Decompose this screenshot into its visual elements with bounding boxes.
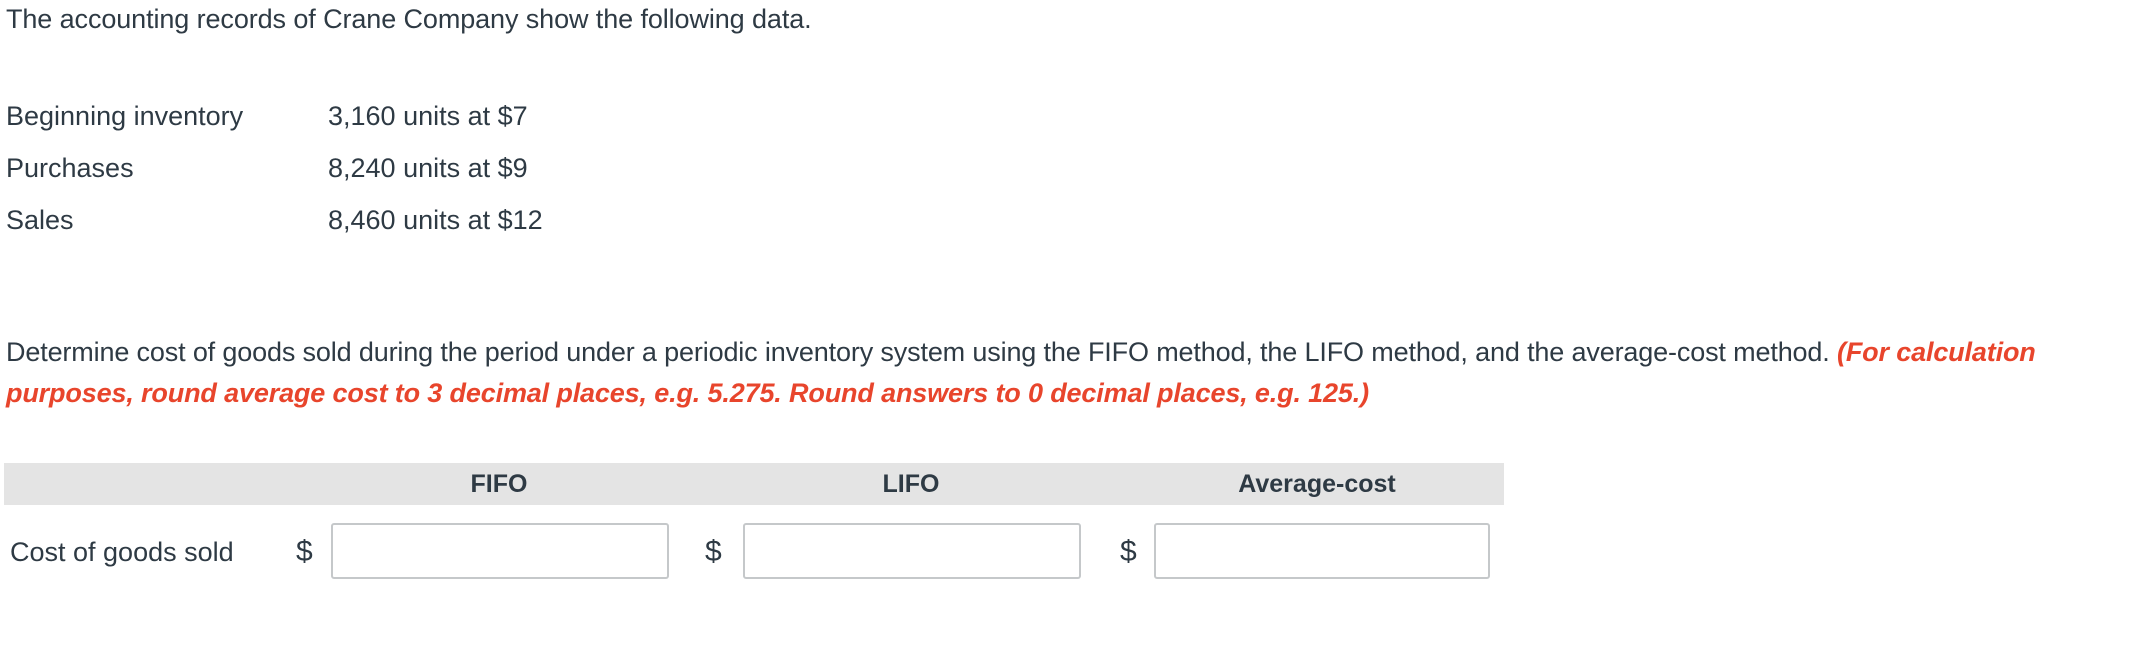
fact-label: Beginning inventory [6, 101, 244, 131]
table-row: Beginning inventory 3,160 units at $7 [6, 90, 648, 142]
fact-value: 8,240 units at $9 [328, 153, 528, 183]
instruction-paragraph: Determine cost of goods sold during the … [6, 332, 2076, 414]
table-row: Sales 8,460 units at $12 [6, 194, 648, 246]
instruction-main: Determine cost of goods sold during the … [6, 337, 1837, 367]
cost-of-goods-sold-row: Cost of goods sold $ $ $ [4, 505, 1504, 602]
question-page: The accounting records of Crane Company … [0, 0, 2130, 656]
fact-label: Sales [6, 205, 74, 235]
fact-value: 3,160 units at $7 [328, 101, 528, 131]
cost-of-goods-sold-lifo-input[interactable] [743, 523, 1081, 579]
column-header-lifo: LIFO [882, 470, 940, 498]
cost-of-goods-sold-fifo-input[interactable] [331, 523, 669, 579]
answer-table: FIFO LIFO Average-cost Cost of goods sol… [4, 463, 1504, 602]
column-header-average-cost: Average-cost [1238, 470, 1396, 498]
given-data-table: Beginning inventory 3,160 units at $7 Pu… [6, 90, 648, 246]
currency-symbol-average-cost: $ [1120, 535, 1137, 568]
fact-label: Purchases [6, 153, 134, 183]
row-label-cost-of-goods-sold: Cost of goods sold [10, 537, 234, 567]
answer-table-header-row: FIFO LIFO Average-cost [4, 463, 1504, 505]
currency-symbol-fifo: $ [296, 535, 313, 568]
cost-of-goods-sold-average-cost-input[interactable] [1154, 523, 1490, 579]
intro-text: The accounting records of Crane Company … [6, 4, 812, 34]
currency-symbol-lifo: $ [705, 535, 722, 568]
column-header-fifo: FIFO [470, 470, 528, 498]
table-row: Purchases 8,240 units at $9 [6, 142, 648, 194]
fact-value: 8,460 units at $12 [328, 205, 543, 235]
